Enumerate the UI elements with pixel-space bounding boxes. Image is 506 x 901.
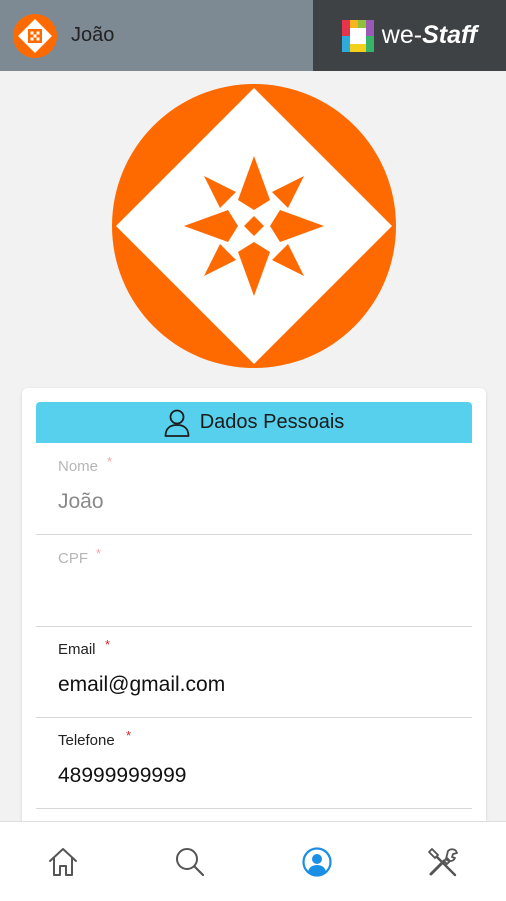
user-avatar[interactable] bbox=[13, 13, 57, 58]
field-label-telefone: Telefone bbox=[58, 732, 115, 749]
field-cpf: CPF * bbox=[36, 535, 472, 627]
field-label-email: Email bbox=[58, 641, 96, 658]
field-nome: Nome * bbox=[36, 443, 472, 535]
tools-icon bbox=[428, 848, 458, 877]
person-icon bbox=[164, 409, 190, 437]
cpf-input[interactable] bbox=[58, 582, 458, 606]
required-marker: * bbox=[107, 454, 113, 469]
personal-data-card: Dados Pessoais Nome * CPF * Email * Tele… bbox=[22, 388, 486, 848]
nome-input[interactable] bbox=[58, 490, 458, 514]
section-title: Dados Pessoais bbox=[199, 411, 345, 433]
tab-search[interactable] bbox=[170, 842, 210, 882]
required-marker: * bbox=[105, 637, 111, 652]
required-marker: * bbox=[96, 546, 102, 561]
we-staff-logo-icon bbox=[341, 19, 374, 52]
bottom-tab-bar bbox=[0, 821, 506, 901]
brand-name-strong: Staff bbox=[422, 21, 478, 49]
required-marker: * bbox=[126, 728, 132, 743]
field-label-cpf: CPF bbox=[58, 550, 88, 567]
app-header: João we-Staff bbox=[0, 0, 506, 71]
home-icon bbox=[49, 848, 77, 876]
profile-photo[interactable] bbox=[112, 84, 396, 368]
user-circle-icon bbox=[302, 847, 332, 877]
field-label-nome: Nome bbox=[58, 458, 99, 475]
brand-name: we-Staff bbox=[382, 21, 477, 50]
tab-tools[interactable] bbox=[423, 842, 463, 882]
search-icon bbox=[176, 848, 205, 877]
brand-logo-area: we-Staff bbox=[313, 0, 506, 71]
email-input[interactable] bbox=[58, 673, 458, 697]
user-name: João bbox=[71, 24, 115, 46]
section-header-dados-pessoais: Dados Pessoais bbox=[36, 402, 472, 443]
tab-profile[interactable] bbox=[297, 842, 337, 882]
telefone-input[interactable] bbox=[58, 764, 458, 788]
field-email: Email * bbox=[36, 626, 472, 718]
tab-home[interactable] bbox=[43, 842, 83, 882]
brand-prefix: we- bbox=[381, 21, 423, 49]
user-header[interactable]: João bbox=[0, 0, 313, 71]
field-telefone: Telefone * bbox=[36, 717, 472, 809]
